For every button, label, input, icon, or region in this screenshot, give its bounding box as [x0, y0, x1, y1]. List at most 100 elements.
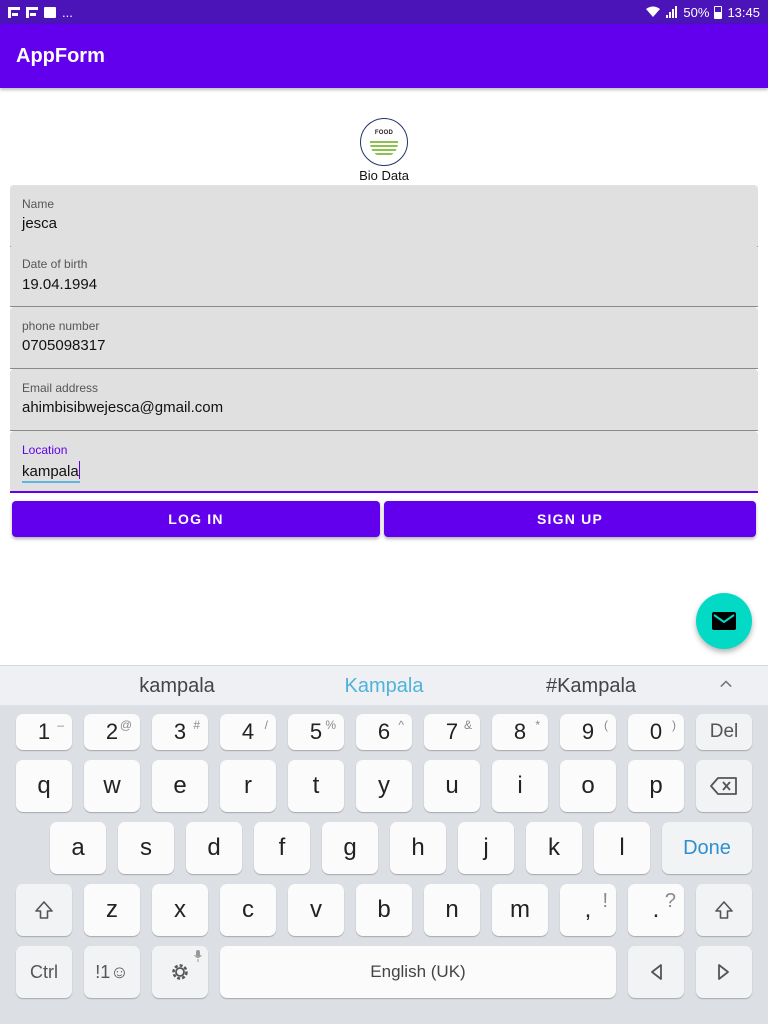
food-market-logo: FOOD: [360, 118, 408, 166]
key-p[interactable]: p: [628, 760, 684, 812]
keyboard-suggestion-bar: kampala Kampala #Kampala: [0, 665, 768, 705]
key-o[interactable]: o: [560, 760, 616, 812]
name-label: Name: [22, 197, 55, 211]
phone-number-label: phone number: [22, 319, 100, 333]
arrow-left-icon: [651, 964, 662, 980]
key-x[interactable]: x: [152, 884, 208, 936]
shift-key-left[interactable]: [16, 884, 72, 936]
key-e[interactable]: e: [152, 760, 208, 812]
key-9[interactable]: 9(: [560, 714, 616, 750]
email-label: Email address: [22, 381, 99, 395]
phone-number-field[interactable]: phone number 0705098317: [10, 307, 758, 369]
key-3[interactable]: 3 #: [152, 714, 208, 750]
key-f[interactable]: f: [254, 822, 310, 874]
email-icon: [712, 612, 736, 630]
date-of-birth-label: Date of birth: [22, 257, 88, 271]
signup-button[interactable]: SIGN UP: [384, 501, 756, 537]
settings-key[interactable]: [152, 946, 208, 998]
location-field[interactable]: Location kampala: [10, 431, 758, 493]
keyboard: 1– 2 @ 3 # 4/ 5% 6 ^ 7 & 8 * 9( 0) Del q w e …: [0, 705, 768, 1024]
key-1[interactable]: 1–: [16, 714, 72, 750]
notification-app-icon: [26, 6, 38, 18]
key-8[interactable]: 8 *: [492, 714, 548, 750]
app-title: AppForm: [16, 44, 105, 67]
location-input[interactable]: kampala: [22, 461, 81, 483]
suggestion-item[interactable]: kampala: [139, 675, 215, 698]
email-fab-button[interactable]: [696, 593, 752, 649]
date-of-birth-field[interactable]: Date of birth 19.04.1994: [10, 245, 758, 307]
delete-key[interactable]: Del: [696, 714, 752, 750]
wifi-icon: [646, 6, 661, 17]
key-r[interactable]: r: [220, 760, 276, 812]
key-k[interactable]: k: [526, 822, 582, 874]
notification-icons: ...: [8, 5, 73, 20]
name-field[interactable]: Name jesca: [10, 185, 758, 247]
more-notifications: ...: [62, 4, 73, 20]
key-period[interactable]: .?: [628, 884, 684, 936]
phone-number-value[interactable]: 0705098317: [22, 337, 105, 354]
key-7[interactable]: 7 &: [424, 714, 480, 750]
cursor-left-key[interactable]: [628, 946, 684, 998]
clock: 13:45: [727, 4, 760, 20]
key-q[interactable]: q: [16, 760, 72, 812]
chevron-up-icon[interactable]: [720, 678, 732, 690]
folder-icon: [44, 6, 56, 18]
signal-icon: [666, 6, 678, 18]
microphone-icon: [194, 950, 202, 962]
key-j[interactable]: j: [458, 822, 514, 874]
key-c[interactable]: c: [220, 884, 276, 936]
notification-app-icon: [8, 6, 20, 18]
symbols-key[interactable]: !1☺: [84, 946, 140, 998]
backspace-key[interactable]: [696, 760, 752, 812]
key-a[interactable]: a: [50, 822, 106, 874]
battery-icon: [714, 5, 723, 19]
key-comma[interactable]: ,!: [560, 884, 616, 936]
logo-text: FOOD: [374, 130, 394, 136]
logo-bowl: [370, 141, 398, 157]
status-bar: ... 50% 13:45: [0, 0, 768, 24]
shift-key-right[interactable]: [696, 884, 752, 936]
key-g[interactable]: g: [322, 822, 378, 874]
space-key[interactable]: English (UK): [220, 946, 616, 998]
key-l[interactable]: l: [594, 822, 650, 874]
gear-icon: [172, 964, 188, 980]
battery-percent: 50%: [683, 4, 710, 20]
key-v[interactable]: v: [288, 884, 344, 936]
email-value[interactable]: ahimbisibwejesca@gmail.com: [22, 399, 223, 416]
key-h[interactable]: h: [390, 822, 446, 874]
key-y[interactable]: y: [356, 760, 412, 812]
app-bar: AppForm: [0, 24, 768, 88]
suggestion-item[interactable]: #Kampala: [546, 675, 636, 698]
location-label: Location: [22, 443, 68, 457]
key-z[interactable]: z: [84, 884, 140, 936]
email-field[interactable]: Email address ahimbisibwejesca@gmail.com: [10, 369, 758, 431]
form-title: Bio Data: [359, 168, 409, 183]
ctrl-key[interactable]: Ctrl: [16, 946, 72, 998]
done-key[interactable]: Done: [662, 822, 752, 874]
key-i[interactable]: i: [492, 760, 548, 812]
backspace-icon: [710, 777, 737, 795]
suggestion-item-highlighted[interactable]: Kampala: [345, 675, 424, 698]
key-w[interactable]: w: [84, 760, 140, 812]
key-u[interactable]: u: [424, 760, 480, 812]
text-cursor: [78, 461, 81, 479]
key-2[interactable]: 2 @: [84, 714, 140, 750]
shift-icon: [35, 901, 53, 919]
date-of-birth-value[interactable]: 19.04.1994: [22, 276, 97, 293]
name-value[interactable]: jesca: [22, 215, 57, 232]
key-4[interactable]: 4/: [220, 714, 276, 750]
key-b[interactable]: b: [356, 884, 412, 936]
key-5[interactable]: 5%: [288, 714, 344, 750]
cursor-right-key[interactable]: [696, 946, 752, 998]
key-t[interactable]: t: [288, 760, 344, 812]
location-value: kampala: [22, 463, 79, 480]
key-d[interactable]: d: [186, 822, 242, 874]
shift-icon: [715, 901, 733, 919]
key-n[interactable]: n: [424, 884, 480, 936]
key-6[interactable]: 6 ^: [356, 714, 412, 750]
key-0[interactable]: 0): [628, 714, 684, 750]
arrow-right-icon: [718, 964, 729, 980]
login-button[interactable]: LOG IN: [12, 501, 380, 537]
key-m[interactable]: m: [492, 884, 548, 936]
key-s[interactable]: s: [118, 822, 174, 874]
